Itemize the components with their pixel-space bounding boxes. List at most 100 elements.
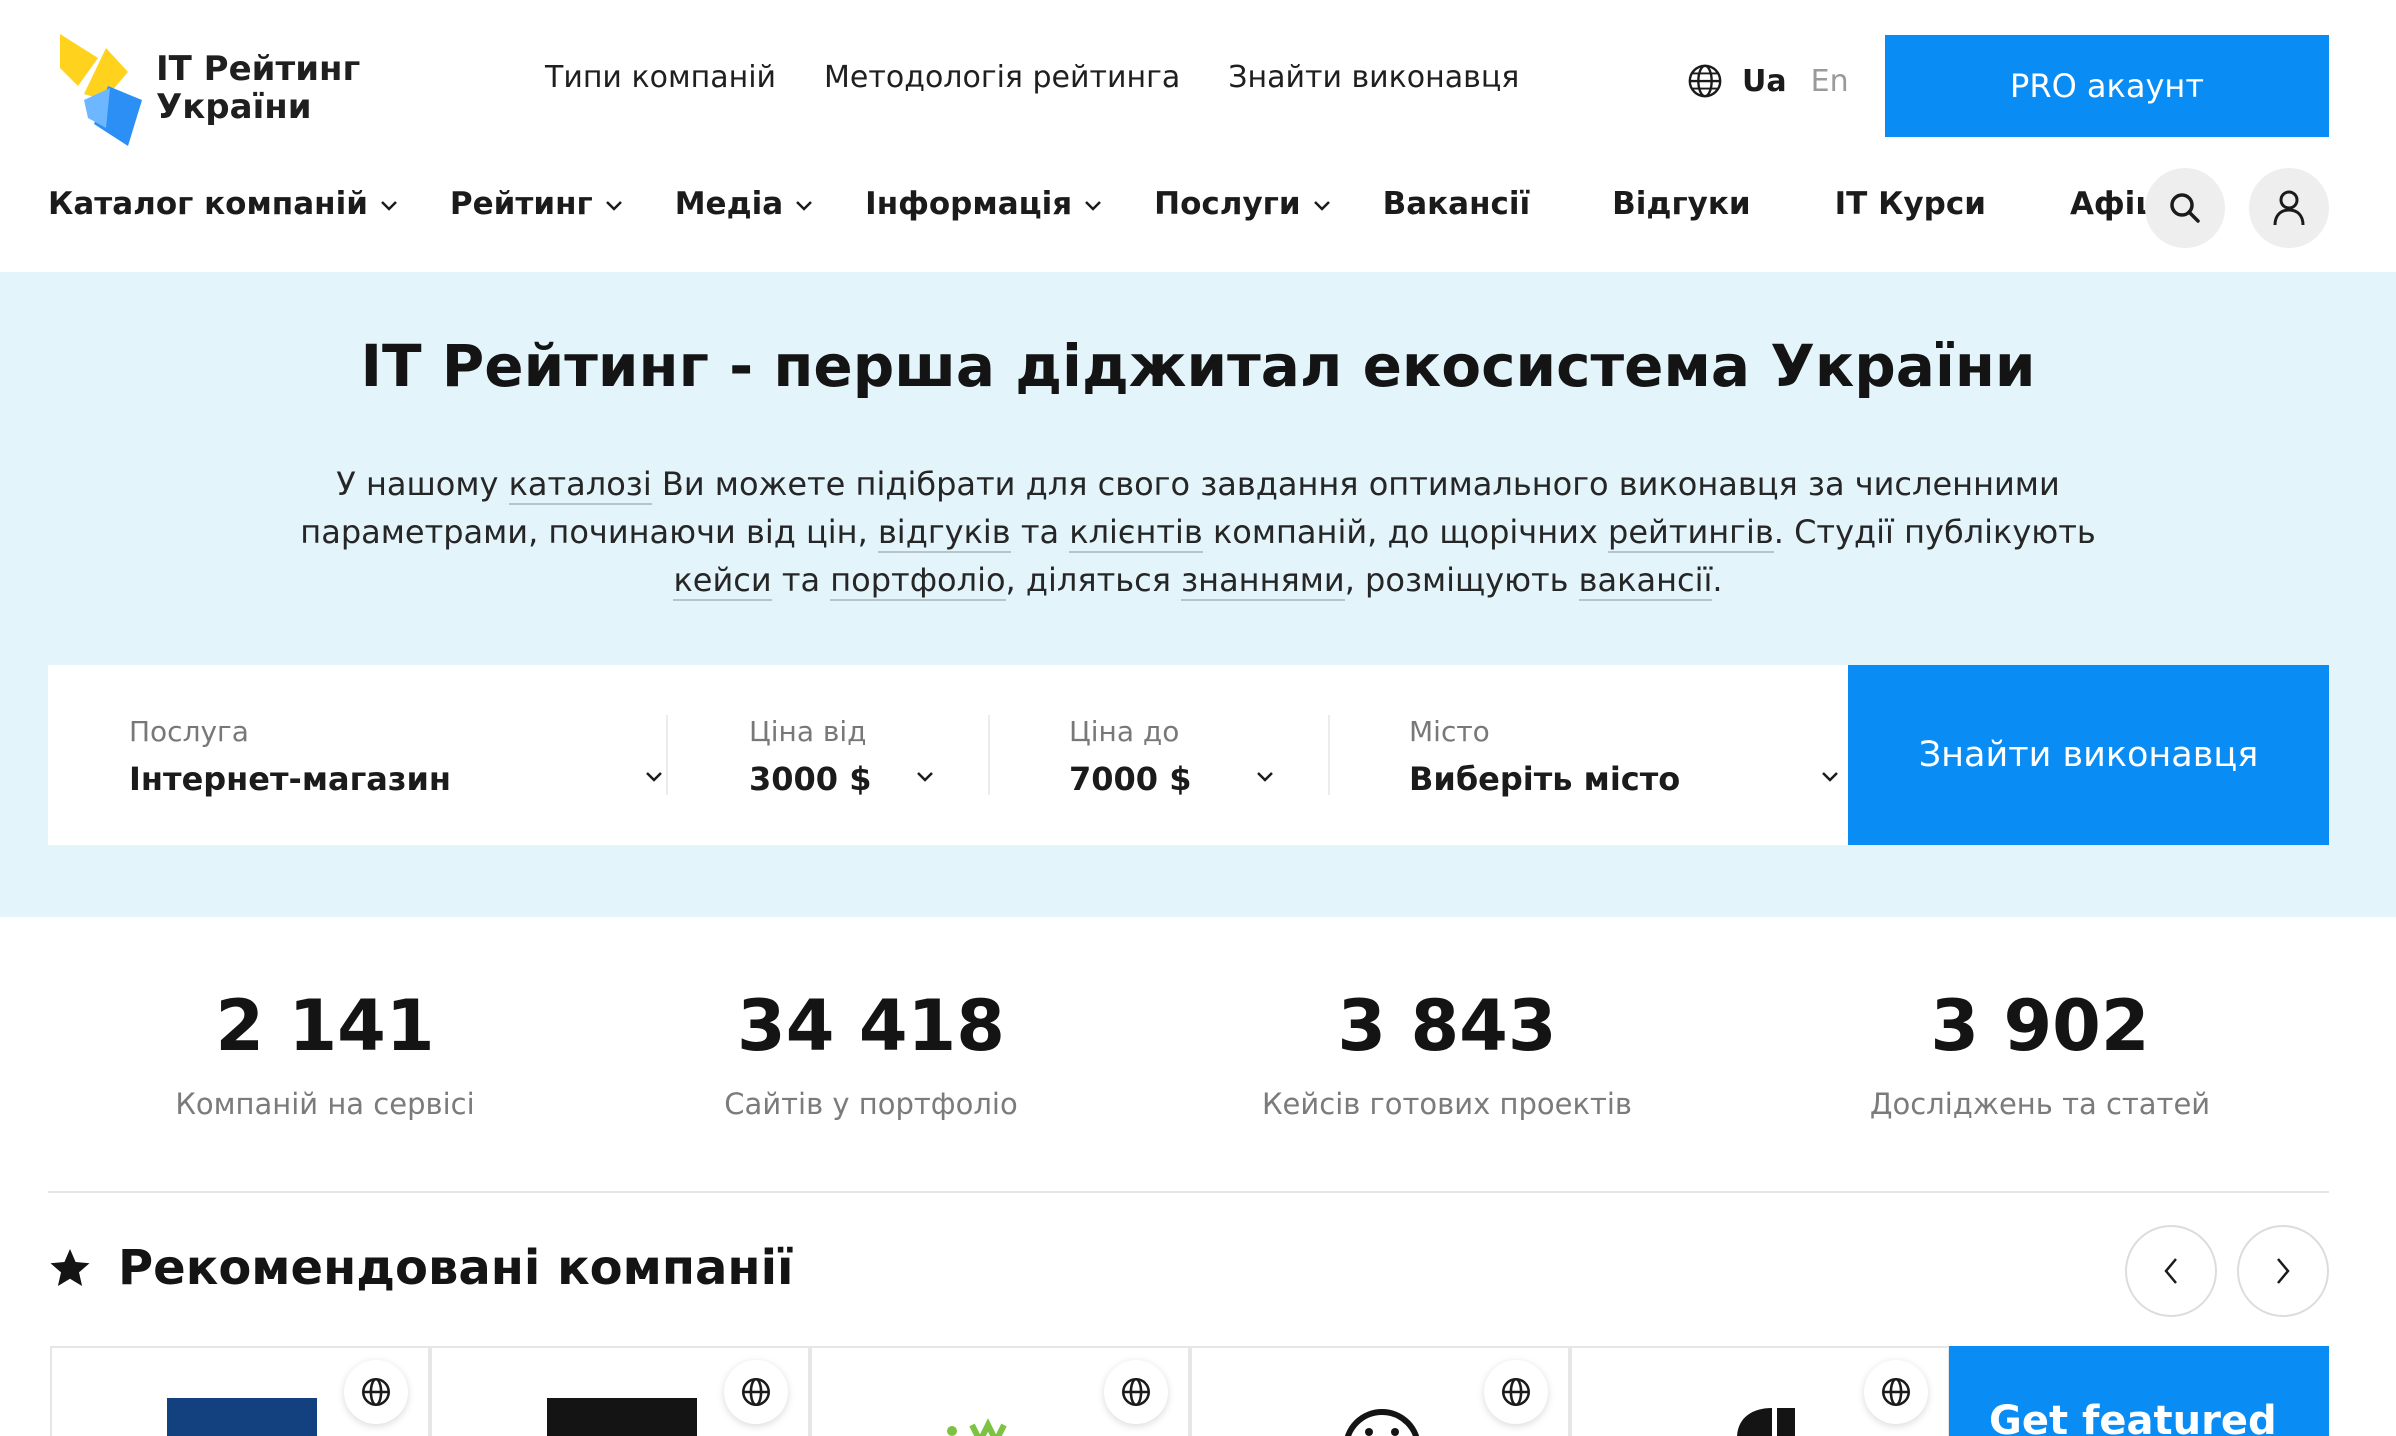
company-card[interactable] — [1570, 1346, 1950, 1436]
company-card[interactable] — [1190, 1346, 1570, 1436]
company-logo — [947, 1418, 1007, 1436]
language-switcher: Ua En — [1686, 62, 1849, 100]
stat-caption: Компаній на сервісі — [175, 1087, 475, 1121]
search-button[interactable] — [2145, 168, 2225, 248]
website-button[interactable] — [1484, 1360, 1548, 1424]
stat-caption: Досліджень та статей — [1869, 1087, 2211, 1121]
company-cards — [50, 1346, 1950, 1436]
hero-text: . — [1712, 561, 1723, 599]
star-icon — [50, 1249, 90, 1286]
recommended-heading: Рекомендовані компанії — [48, 1240, 794, 1296]
field-separator — [666, 715, 668, 795]
logo-line-2: України — [156, 87, 312, 127]
chevron-right-icon — [2277, 1258, 2290, 1284]
link-ratings[interactable]: рейтингів — [1608, 513, 1774, 553]
search-icon — [2170, 193, 2200, 223]
site-logo[interactable]: IT Рейтинг України — [54, 28, 364, 148]
nav-media-label: Медіа — [674, 186, 784, 222]
nav-reviews-label: Відгуки — [1612, 186, 1751, 222]
price-to-select[interactable]: Ціна до 7000 $ — [1069, 715, 1309, 798]
logo-line-1: IT Рейтинг — [156, 49, 361, 89]
chevron-down-icon — [1085, 201, 1102, 211]
stat-caption: Кейсів готових проектів — [1261, 1087, 1633, 1121]
nav-it-courses[interactable]: IT Курси — [1835, 186, 1986, 222]
hero-text: . Студії публікують — [1773, 513, 2096, 551]
hero-text: та — [771, 561, 831, 599]
globe-icon — [1688, 64, 1722, 98]
company-card[interactable] — [430, 1346, 810, 1436]
hero-title: IT Рейтинг - перша діджитал екосистема У… — [360, 332, 2036, 400]
top-nav-find-contractor[interactable]: Знайти виконавця — [1228, 60, 1519, 95]
chevron-down-icon — [1257, 772, 1273, 782]
top-nav: Типи компаній Методологія рейтинга Знайт… — [545, 60, 1519, 95]
nav-reviews[interactable]: Відгуки — [1612, 186, 1750, 222]
price-from-label: Ціна від — [749, 715, 867, 748]
nav-catalog-label: Каталог компаній — [48, 186, 368, 222]
website-button[interactable] — [1104, 1360, 1168, 1424]
hero-text: компаній, до щорічних — [1202, 513, 1609, 551]
logo-mark-icon — [60, 34, 142, 146]
user-icon — [2273, 190, 2305, 226]
chevron-down-icon — [796, 201, 813, 211]
company-logo — [1737, 1408, 1795, 1436]
stat-caption: Сайтів у портфоліо — [724, 1087, 1018, 1121]
hero-text: та — [1010, 513, 1070, 551]
city-value: Виберіть місто — [1409, 760, 1681, 798]
globe-icon — [741, 1377, 771, 1407]
price-from-select[interactable]: Ціна від 3000 $ — [749, 715, 989, 798]
hero-text: , діляться — [1005, 561, 1182, 599]
get-featured-card[interactable]: Get featured — [1949, 1346, 2329, 1436]
link-knowledge[interactable]: знаннями — [1181, 561, 1345, 601]
company-logo — [547, 1398, 697, 1436]
carousel-next-button[interactable] — [2237, 1225, 2329, 1317]
link-clients[interactable]: клієнтів — [1069, 513, 1203, 553]
link-catalog[interactable]: каталозі — [508, 465, 652, 505]
stat-portfolio: 34 418 Сайтів у портфоліо — [621, 985, 1121, 1121]
user-button[interactable] — [2249, 168, 2329, 248]
search-panel: Послуга Інтернет-магазин Ціна від 3000 $… — [48, 665, 2329, 845]
hero-text: , розміщують — [1344, 561, 1579, 599]
nav-media[interactable]: Медіа — [675, 186, 813, 222]
service-label: Послуга — [129, 715, 249, 748]
nav-vacancies[interactable]: Вакансії — [1383, 186, 1531, 222]
company-card[interactable] — [810, 1346, 1190, 1436]
recommended-title: Рекомендовані компанії — [118, 1240, 794, 1296]
stat-articles: 3 902 Досліджень та статей — [1790, 985, 2290, 1121]
company-card[interactable] — [50, 1346, 430, 1436]
chevron-down-icon — [646, 772, 662, 782]
website-button[interactable] — [344, 1360, 408, 1424]
chevron-down-icon — [917, 772, 933, 782]
nav-information[interactable]: Інформація — [865, 186, 1102, 222]
nav-services[interactable]: Послуги — [1154, 186, 1330, 222]
nav-catalog[interactable]: Каталог компаній — [48, 186, 398, 222]
top-nav-company-types[interactable]: Типи компаній — [545, 60, 776, 95]
link-cases[interactable]: кейси — [673, 561, 772, 601]
nav-information-label: Інформація — [865, 186, 1073, 222]
city-select[interactable]: Місто Виберіть місто — [1409, 715, 1838, 798]
find-contractor-button[interactable]: Знайти виконавця — [1848, 665, 2329, 845]
service-select[interactable]: Послуга Інтернет-магазин — [129, 715, 669, 798]
nav-rating[interactable]: Рейтинг — [450, 186, 623, 222]
section-divider — [48, 1191, 2329, 1193]
link-vacancies[interactable]: вакансії — [1578, 561, 1713, 601]
stat-cases: 3 843 Кейсів готових проектів — [1197, 985, 1697, 1121]
main-nav: Каталог компаній Рейтинг Медіа Інформаці… — [48, 186, 2189, 222]
website-button[interactable] — [1864, 1360, 1928, 1424]
hero-text: У нашому — [336, 465, 509, 503]
price-to-label: Ціна до — [1069, 715, 1180, 748]
lang-en[interactable]: En — [1811, 64, 1849, 99]
chevron-left-icon — [2164, 1258, 2177, 1284]
field-separator — [1328, 715, 1330, 795]
pro-account-button[interactable]: PRO акаунт — [1885, 35, 2329, 137]
website-button[interactable] — [724, 1360, 788, 1424]
stat-number: 3 902 — [1930, 985, 2150, 1067]
link-portfolio[interactable]: портфоліо — [830, 561, 1006, 601]
chevron-down-icon — [1313, 201, 1330, 211]
city-label: Місто — [1409, 715, 1490, 748]
top-nav-methodology[interactable]: Методологія рейтинга — [824, 60, 1180, 95]
company-logo — [1344, 1409, 1420, 1436]
service-value: Інтернет-магазин — [129, 760, 451, 798]
link-reviews[interactable]: відгуків — [877, 513, 1011, 553]
lang-ua[interactable]: Ua — [1742, 64, 1787, 99]
carousel-prev-button[interactable] — [2125, 1225, 2217, 1317]
